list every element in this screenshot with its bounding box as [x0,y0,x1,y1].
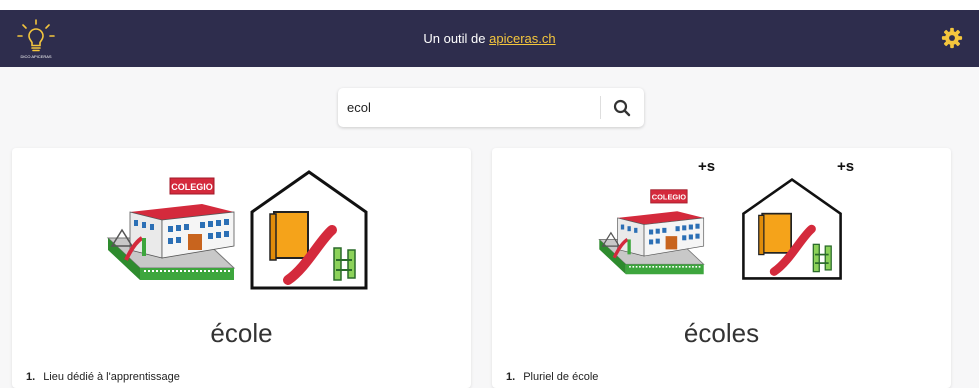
school-sign: COLEGIO [171,182,213,192]
result-card[interactable]: COLEGIO école 1. Lieu dédié à l'apprentis… [12,148,471,388]
classroom-pictogram [742,177,842,280]
gear-icon[interactable] [941,27,963,49]
classroom-pictogram [250,170,368,290]
definition-item: 1. Pluriel de école [506,371,598,383]
result-word: école [210,318,273,348]
apiceras-link[interactable]: apiceras.ch [489,31,555,46]
plural-marker: +s [698,158,716,175]
result-word: écoles [683,318,760,348]
school-pictogram: COLEGIO [106,177,236,280]
result-card[interactable]: +s +s COLEGIO écoles 1. Pluriel de école [492,148,951,388]
search-icon[interactable] [608,94,636,122]
header-tagline: Un outil de apiceras.ch [0,31,979,46]
top-band [0,0,979,10]
search-divider [600,96,601,119]
plural-marker: +s [837,158,855,175]
definition-number: 1. [26,371,36,383]
top-navbar: DICO APICERAS Un outil de apiceras.ch [0,10,979,67]
definition-number: 1. [506,371,516,383]
logo-text: DICO APICERAS [20,54,51,59]
school-pictogram: COLEGIO [598,189,705,275]
definition-text: Pluriel de école [523,371,599,383]
definition-text: Lieu dédié à l'apprentissage [43,371,180,383]
search-box [338,88,644,127]
search-input[interactable] [347,97,597,117]
school-sign: COLEGIO [652,193,687,202]
header-prefix: Un outil de [423,31,486,46]
definition-item: 1. Lieu dédié à l'apprentissage [26,371,180,383]
